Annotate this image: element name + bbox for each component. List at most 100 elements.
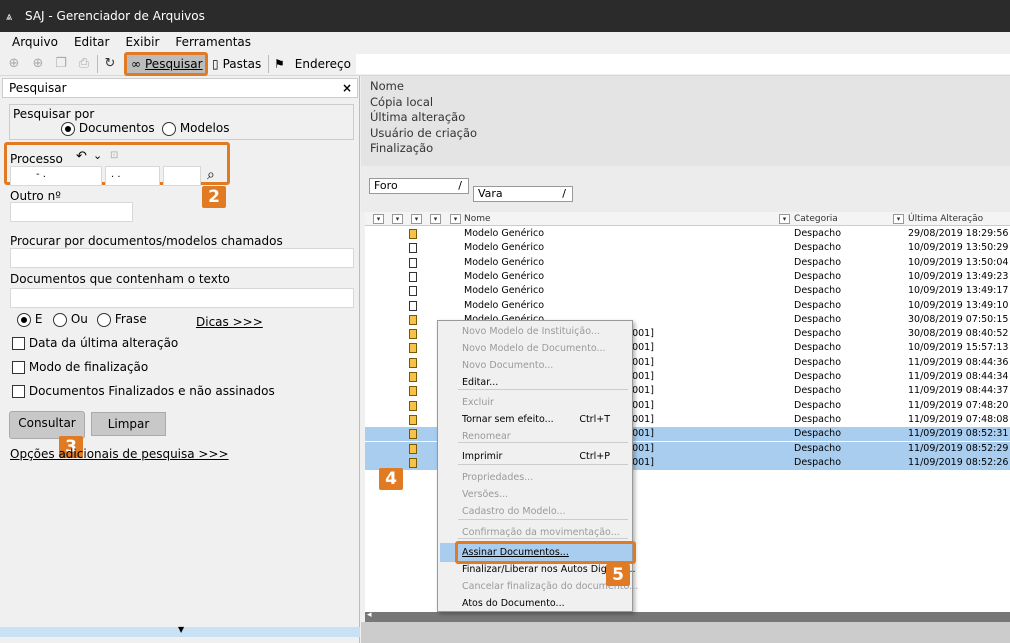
radio-frase[interactable]: Frase: [97, 312, 147, 327]
context-menu-item[interactable]: Excluir: [462, 394, 630, 411]
horizontal-scrollbar[interactable]: ◂: [365, 610, 1010, 622]
processo-field-3[interactable]: [163, 166, 201, 186]
radio-modelos-label: Modelos: [179, 121, 230, 135]
header-nome[interactable]: Nome: [464, 214, 491, 224]
info-icon[interactable]: ⊡: [110, 150, 118, 161]
document-icon: [409, 300, 417, 311]
table-row[interactable]: Modelo Genérico Despacho 10/09/2019 13:50:…: [365, 241, 1010, 255]
checkbox-icon: [12, 337, 25, 350]
search-panel-header: Pesquisar ×: [2, 78, 358, 98]
address-bar[interactable]: [356, 54, 1010, 74]
row-nome: Modelo Genérico: [464, 242, 545, 254]
radio-ou[interactable]: Ou: [53, 312, 88, 327]
context-menu-item[interactable]: Cadastro do Modelo...: [462, 503, 630, 520]
context-menu-item[interactable]: Tornar sem efeito... Ctrl+T: [462, 411, 630, 428]
menu-exibir[interactable]: Exibir: [117, 35, 167, 49]
context-menu-item[interactable]: Cancelar finalização do documento...: [462, 578, 638, 595]
row-categoria: Despacho: [794, 228, 842, 239]
chevron-down-icon[interactable]: ⌄: [93, 149, 102, 162]
pastas-button[interactable]: ▯ Pastas: [212, 54, 261, 74]
context-menu-item[interactable]: Editar...: [462, 374, 630, 391]
radio-selected-icon: [17, 312, 31, 327]
binoculars-icon: ∞: [131, 57, 141, 71]
search-icon[interactable]: ⌕: [207, 167, 215, 183]
document-icon: [409, 314, 417, 325]
table-row[interactable]: Modelo Genérico Despacho 10/09/2019 13:50:…: [365, 256, 1010, 270]
menu-item-label: Propriedades...: [462, 472, 534, 483]
menu-arquivo[interactable]: Arquivo: [4, 35, 66, 49]
table-row[interactable]: Modelo Genérico Despacho 29/08/2019 18:29:…: [365, 227, 1010, 241]
processo-field-1[interactable]: - .: [10, 166, 102, 186]
document-icon: [409, 329, 417, 340]
add-icon[interactable]: ⊕: [29, 55, 47, 73]
chk-finalizados-label: Documentos Finalizados e não assinados: [28, 384, 275, 398]
contenham-input[interactable]: [10, 288, 354, 308]
context-menu-item[interactable]: Novo Modelo de Documento...: [462, 340, 630, 357]
radio-e[interactable]: E: [17, 312, 42, 327]
pesquisar-button[interactable]: ∞ Pesquisar: [124, 52, 208, 76]
row-alteracao: 10/09/2019 13:50:29: [908, 242, 1009, 254]
chk-finalizados[interactable]: Documentos Finalizados e não assinados: [12, 384, 275, 398]
dicas-link[interactable]: Dicas >>>: [196, 315, 263, 329]
chk-modo-label: Modo de finalização: [28, 360, 149, 374]
context-menu-item[interactable]: Novo Documento...: [462, 357, 630, 374]
table-row[interactable]: Modelo Genérico Despacho 10/09/2019 13:49:…: [365, 299, 1010, 313]
context-menu-item[interactable]: Atos do Documento...: [462, 595, 630, 612]
header-alteracao[interactable]: Última Alteração: [908, 214, 983, 224]
processo-field-2[interactable]: . .: [105, 166, 160, 186]
pesquisar-label: Pesquisar: [145, 57, 203, 71]
context-menu-item[interactable]: Confirmação da movimentação...: [462, 524, 630, 541]
table-row[interactable]: Modelo Genérico Despacho 10/09/2019 13:49:…: [365, 270, 1010, 284]
panel-scroll-down[interactable]: ▼: [0, 625, 360, 637]
refresh-icon[interactable]: ↻: [101, 55, 119, 73]
context-menu-item[interactable]: Imprimir Ctrl+P: [462, 448, 630, 465]
context-menu-item[interactable]: Novo Modelo de Instituição...: [462, 323, 630, 340]
new-doc-icon[interactable]: ⊕: [5, 55, 23, 73]
app-logo-icon: ⩓: [6, 9, 13, 23]
column-filter-icon[interactable]: ▾: [411, 214, 422, 224]
procurar-input[interactable]: [10, 248, 354, 268]
radio-documentos-label: Documentos: [78, 121, 155, 135]
outro-input[interactable]: [10, 202, 133, 222]
processo-label: Processo: [10, 152, 63, 166]
column-filter-icon[interactable]: ▾: [450, 214, 461, 224]
radio-modelos[interactable]: Modelos: [162, 121, 229, 136]
radio-ou-label: Ou: [70, 312, 88, 326]
row-alteracao: 10/09/2019 13:49:17: [908, 285, 1009, 297]
menu-item-label: Novo Modelo de Instituição...: [462, 326, 600, 337]
row-alteracao: 11/09/2019 07:48:08: [908, 413, 1009, 425]
consultar-button[interactable]: Consultar: [9, 411, 85, 439]
column-filter-icon[interactable]: ▾: [779, 214, 790, 224]
menu-item-label: Tornar sem efeito...: [462, 414, 554, 425]
header-categoria[interactable]: Categoria: [794, 214, 838, 224]
menu-editar[interactable]: Editar: [66, 35, 118, 49]
print-icon[interactable]: ⎙: [75, 55, 93, 73]
undo-icon[interactable]: ↶: [76, 149, 87, 164]
column-filter-icon[interactable]: ▾: [373, 214, 384, 224]
foro-filter[interactable]: Foro /: [369, 178, 469, 194]
menu-ferramentas[interactable]: Ferramentas: [167, 35, 259, 49]
document-icon: [409, 372, 417, 382]
table-row[interactable]: Modelo Genérico Despacho 10/09/2019 13:49:…: [365, 284, 1010, 298]
chk-modo[interactable]: Modo de finalização: [12, 360, 148, 374]
chk-data[interactable]: Data da última alteração: [12, 336, 178, 350]
row-categoria: Despacho: [794, 256, 842, 268]
copy-icon[interactable]: ❐: [52, 55, 70, 73]
opcoes-link[interactable]: Opções adicionais de pesquisa >>>: [10, 447, 229, 461]
context-menu-item[interactable]: Versões...: [462, 486, 630, 503]
document-icon: [409, 400, 417, 411]
column-filter-icon[interactable]: ▾: [893, 214, 904, 224]
column-filter-icon[interactable]: ▾: [392, 214, 403, 224]
context-menu-item[interactable]: Propriedades...: [462, 469, 630, 486]
endereco-button[interactable]: ⚑ Endereço: [274, 54, 351, 74]
row-nome: Modelo Genérico: [464, 228, 545, 239]
close-panel-button[interactable]: ×: [342, 79, 352, 97]
endereco-label: Endereço: [294, 57, 351, 71]
context-menu-item[interactable]: Renomear: [462, 428, 630, 445]
vara-filter[interactable]: Vara /: [473, 186, 573, 202]
row-alteracao: 11/09/2019 08:52:26: [908, 456, 1009, 468]
limpar-button[interactable]: Limpar: [91, 412, 166, 436]
radio-documentos[interactable]: Documentos: [61, 121, 155, 136]
info-nome: Nome: [370, 79, 404, 93]
column-filter-icon[interactable]: ▾: [430, 214, 441, 224]
